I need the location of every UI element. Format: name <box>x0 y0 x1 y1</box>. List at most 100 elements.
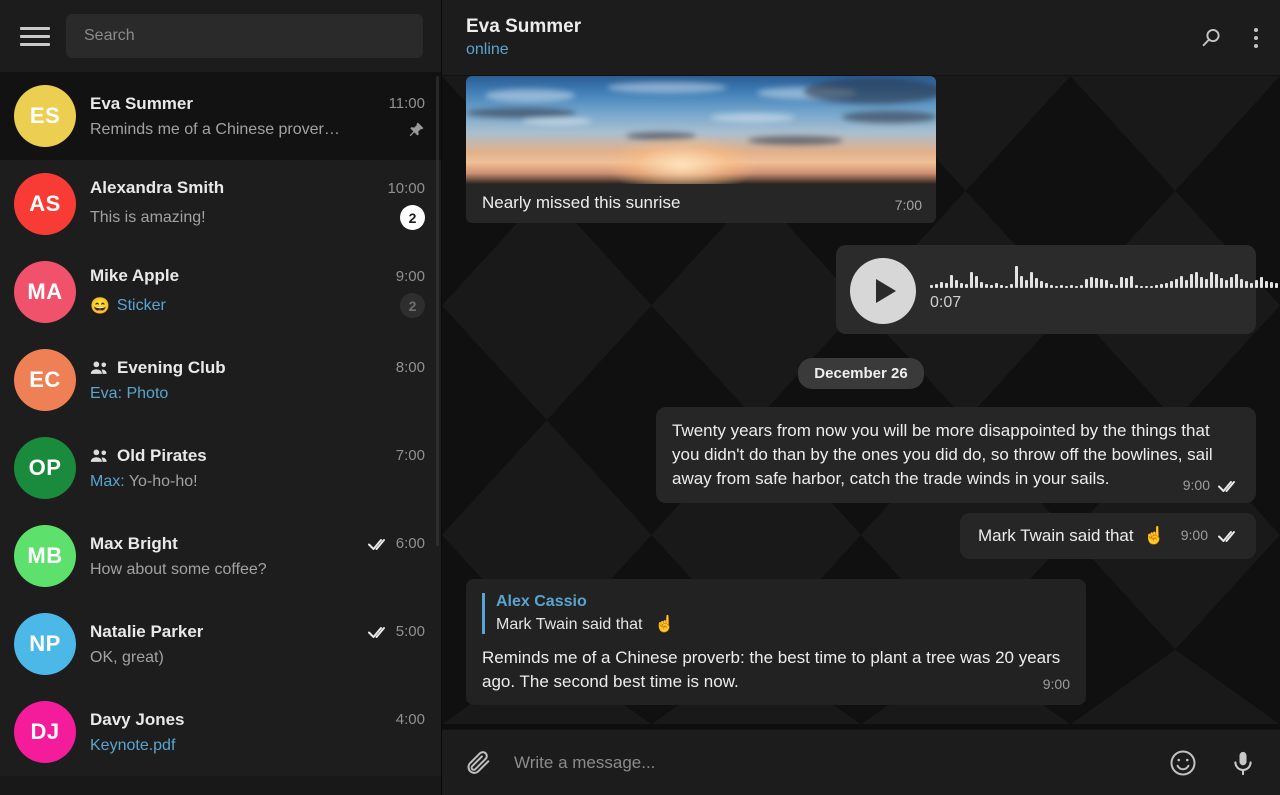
chat-list-item[interactable]: ASAlexandra Smith10:00This is amazing!2 <box>0 160 441 248</box>
chat-list-item[interactable]: DJDavy Jones4:00Keynote.pdf <box>0 688 441 776</box>
chat-name: Mike Apple <box>90 266 179 286</box>
waveform-bar <box>1200 277 1203 288</box>
waveform-bar <box>975 276 978 288</box>
waveform-bar <box>1195 272 1198 288</box>
waveform-bar <box>1260 277 1263 288</box>
preview-text: Reminds me of a Chinese prover… <box>90 121 340 138</box>
chat-list-item[interactable]: MAMike Apple9:00😄Sticker2 <box>0 248 441 336</box>
read-ticks-icon <box>368 537 390 551</box>
unread-badge: 2 <box>400 293 425 318</box>
waveform-bar <box>950 275 953 288</box>
avatar[interactable]: ES <box>14 85 76 147</box>
chat-list-item[interactable]: OPOld Pirates7:00Max: Yo-ho-ho! <box>0 424 441 512</box>
message-area: Nearly missed this sunrise 7:00 0:07 <box>442 76 1280 729</box>
photo-message[interactable]: Nearly missed this sunrise 7:00 <box>466 76 936 223</box>
chat-time: 5:00 <box>368 623 425 640</box>
play-icon[interactable] <box>850 258 916 324</box>
chat-list[interactable]: ESEva Summer11:00Reminds me of a Chinese… <box>0 72 441 795</box>
long-text-body: Twenty years from now you will be more d… <box>672 421 1213 488</box>
waveform-bar <box>1120 277 1123 288</box>
waveform-bar <box>1210 272 1213 288</box>
waveform-bar <box>1130 276 1133 288</box>
message-reply-row: Alex Cassio Mark Twain said that ☝️ Remi… <box>466 579 1256 704</box>
waveform-bar <box>1265 281 1268 288</box>
waveform-bar <box>1035 278 1038 288</box>
smiley-icon[interactable] <box>1168 748 1198 778</box>
chat-preview: This is amazing! <box>90 209 393 227</box>
preview-sender: Max: <box>90 473 125 490</box>
waveform-bar <box>1215 274 1218 288</box>
preview-text: Yo-ho-ho! <box>129 473 198 490</box>
voice-message[interactable]: 0:07 8:00 <box>836 245 1256 334</box>
reply-quote[interactable]: Alex Cassio Mark Twain said that ☝️ <box>482 593 1070 634</box>
date-divider: December 26 <box>466 358 1256 389</box>
microphone-icon[interactable] <box>1228 748 1258 778</box>
read-ticks-icon <box>1218 479 1240 493</box>
date-label: December 26 <box>798 358 923 389</box>
preview-sender: Eva: <box>90 385 122 402</box>
voice-waveform[interactable] <box>930 258 1280 288</box>
waveform-bar <box>1230 277 1233 288</box>
hamburger-icon[interactable] <box>18 19 52 53</box>
chat-status: online <box>466 41 581 59</box>
waveform-bar <box>1100 279 1103 288</box>
chat-list-item[interactable]: ESEva Summer11:00Reminds me of a Chinese… <box>0 72 441 160</box>
preview-text: OK, great) <box>90 649 164 666</box>
message-voice-row: 0:07 8:00 <box>466 245 1256 334</box>
search-icon[interactable] <box>1196 23 1226 53</box>
long-text-message[interactable]: Twenty years from now you will be more d… <box>656 407 1256 503</box>
waveform-bar <box>1030 272 1033 288</box>
chat-name: Alexandra Smith <box>90 178 224 198</box>
chat-name: Evening Club <box>117 358 226 378</box>
reply-message[interactable]: Alex Cassio Mark Twain said that ☝️ Remi… <box>466 579 1086 704</box>
group-icon <box>90 360 109 375</box>
sunrise-photo[interactable] <box>466 76 936 184</box>
chat-preview: OK, great) <box>90 649 425 667</box>
read-ticks-icon <box>1218 529 1240 543</box>
waveform-bar <box>1235 274 1238 288</box>
waveform-bar <box>1105 280 1108 288</box>
sidebar-scrollbar[interactable] <box>436 76 439 546</box>
chat-list-item[interactable]: ECEvening Club8:00Eva: Photo <box>0 336 441 424</box>
chat-preview: Reminds me of a Chinese prover… <box>90 121 400 139</box>
chat-list-item[interactable]: NPNatalie Parker5:00OK, great) <box>0 600 441 688</box>
chat-time: 4:00 <box>396 711 425 728</box>
waveform-bar <box>1240 279 1243 288</box>
voice-duration: 0:07 <box>930 294 961 312</box>
waveform-bar <box>970 272 973 288</box>
sidebar: Search ESEva Summer11:00Reminds me of a … <box>0 0 442 795</box>
chat-name: Max Bright <box>90 534 178 554</box>
chat-panel: Eva Summer online <box>442 0 1280 795</box>
avatar[interactable]: NP <box>14 613 76 675</box>
photo-time: 7:00 <box>895 197 922 213</box>
message-placeholder: Write a message... <box>514 753 655 772</box>
chat-name: Old Pirates <box>117 446 207 466</box>
waveform-bar <box>1085 279 1088 288</box>
more-vertical-icon[interactable] <box>1254 28 1258 48</box>
pin-icon[interactable] <box>407 121 425 139</box>
search-input[interactable]: Search <box>66 14 423 58</box>
sidebar-header: Search <box>0 0 441 72</box>
avatar[interactable]: EC <box>14 349 76 411</box>
chat-header: Eva Summer online <box>442 0 1280 76</box>
avatar[interactable]: MA <box>14 261 76 323</box>
waveform-bar <box>1225 280 1228 288</box>
waveform-bar <box>1090 277 1093 288</box>
chat-time: 6:00 <box>368 535 425 552</box>
chat-time: 11:00 <box>389 95 425 112</box>
avatar[interactable]: AS <box>14 173 76 235</box>
paperclip-icon[interactable] <box>464 748 494 778</box>
point-up-emoji-icon: ☝️ <box>655 616 675 633</box>
waveform-bar <box>955 280 958 288</box>
group-icon <box>90 448 109 463</box>
avatar[interactable]: MB <box>14 525 76 587</box>
avatar[interactable]: OP <box>14 437 76 499</box>
waveform-bar <box>1025 280 1028 288</box>
avatar[interactable]: DJ <box>14 701 76 763</box>
chat-list-item[interactable]: MB Max Bright 6:00 How about some coffee? <box>0 512 441 600</box>
short-text-message[interactable]: Mark Twain said that ☝️ 9:00 <box>960 513 1256 559</box>
message-input[interactable]: Write a message... <box>514 753 1148 773</box>
waveform-bar <box>1040 281 1043 288</box>
chat-preview: How about some coffee? <box>90 561 425 579</box>
chat-title: Eva Summer <box>466 16 581 38</box>
